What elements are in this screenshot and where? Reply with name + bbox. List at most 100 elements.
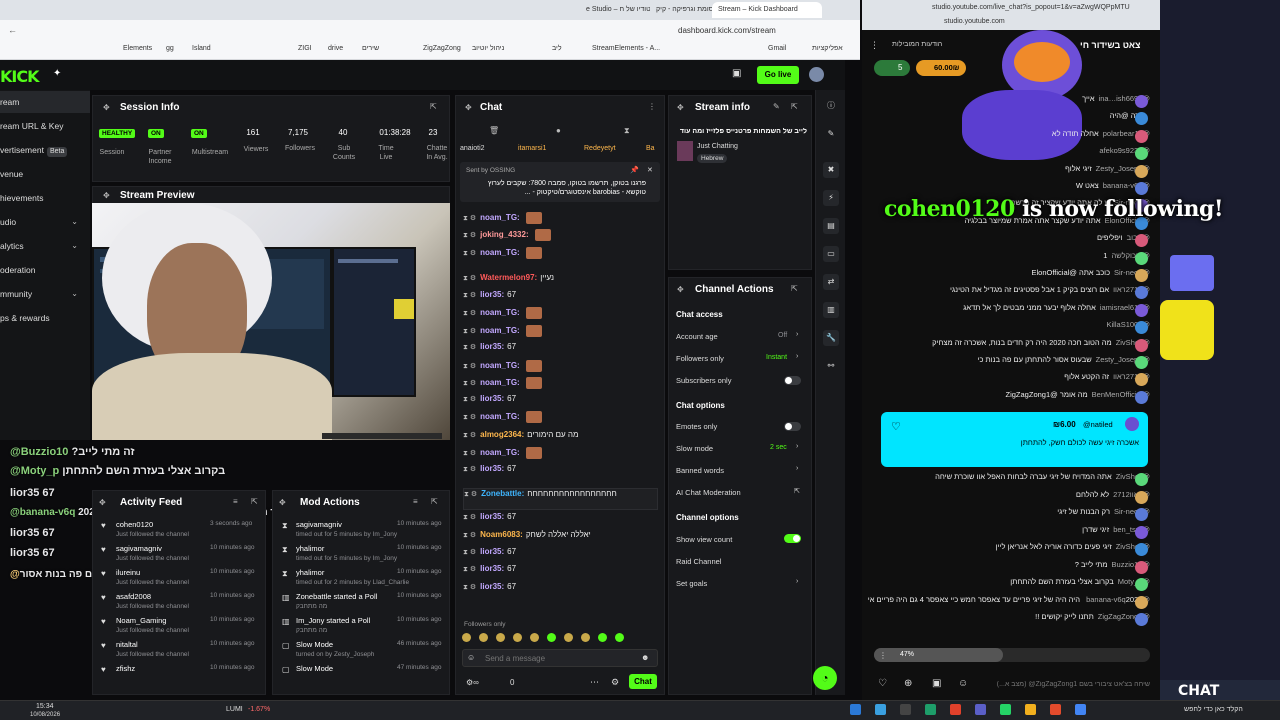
emote-icon[interactable] bbox=[547, 633, 556, 642]
address-bar[interactable]: ← dashboard.kick.com/stream bbox=[0, 20, 860, 42]
youtube-chat-message[interactable]: @Sir-neonרק הבנות של זיגי bbox=[868, 507, 1150, 522]
sticker-icon[interactable]: ▣ bbox=[932, 678, 941, 689]
youtube-chat-message[interactable]: @Zesty_Josephזיגי אלוף bbox=[868, 164, 1150, 179]
moderation-icons[interactable]: ⧗ ⚙ bbox=[463, 380, 476, 387]
emote-icon[interactable] bbox=[513, 633, 522, 642]
chat-username[interactable]: joking_4332: bbox=[480, 230, 528, 239]
emote-icon[interactable] bbox=[581, 633, 590, 642]
lightning-icon[interactable]: ⚡ bbox=[823, 190, 839, 206]
app-icon[interactable] bbox=[900, 704, 911, 715]
chat-username[interactable]: noam_TG: bbox=[480, 412, 520, 421]
sidebar-item-stream-url[interactable]: ream URL & Key bbox=[0, 115, 90, 137]
sidebar-item-studio[interactable]: udio ⌄ bbox=[0, 211, 90, 233]
chat-icon[interactable]: ● bbox=[556, 126, 561, 135]
moderation-icons[interactable]: ⧗ ⚙ bbox=[463, 232, 476, 239]
chat-username[interactable]: lior35: bbox=[480, 464, 504, 473]
chat-username[interactable]: Zonebattle: bbox=[481, 489, 524, 498]
moderation-icons[interactable]: ⧗ ⚙ bbox=[463, 250, 476, 257]
filter-icon[interactable]: ≡ bbox=[233, 497, 238, 506]
chat-message[interactable]: ⧗ ⚙ lior35: 67 bbox=[463, 394, 658, 408]
activity-user[interactable]: ilureinu bbox=[116, 568, 140, 577]
app-icon[interactable] bbox=[925, 704, 936, 715]
stream-preview-video[interactable] bbox=[92, 203, 450, 448]
set-goals-row[interactable]: Set goals bbox=[676, 579, 707, 588]
emote-picker-icon[interactable]: ☺ bbox=[467, 653, 475, 662]
chat-username[interactable]: noam_TG: bbox=[480, 213, 520, 222]
chat-message[interactable]: ⧗ ⚙ lior35: 67 bbox=[463, 564, 658, 578]
chat-message[interactable]: ⧗ ⚙ almog2364: מה עם הימורים bbox=[463, 430, 658, 444]
chat-options-icon[interactable]: ⋯ bbox=[590, 677, 599, 688]
chat-username[interactable]: lior35: bbox=[480, 564, 504, 573]
youtube-chat-message[interactable]: @KillaS1008 bbox=[868, 320, 1150, 335]
gear-icon[interactable]: ⚙ bbox=[611, 677, 619, 688]
timer-icon[interactable]: ⧗ bbox=[624, 126, 630, 136]
moderation-icons[interactable]: ⧗ ⚙ bbox=[463, 344, 476, 351]
chat-message[interactable]: ⧗ ⚙ Zonebattle: חחחחחחחחחחחחחחחחח bbox=[463, 488, 658, 510]
youtube-chat-message[interactable]: @ben_tsurזיגי שדרן bbox=[868, 525, 1150, 540]
bookmark[interactable]: StreamElements - A... bbox=[592, 45, 660, 52]
chat-username[interactable]: lior35: bbox=[480, 512, 504, 521]
account-age-row[interactable]: Account age bbox=[676, 332, 718, 341]
app-icon[interactable] bbox=[850, 704, 861, 715]
info-icon[interactable]: ⓘ bbox=[823, 98, 839, 114]
pinned-message[interactable]: Sent by OSSING 📌 ✕ פרגנו בטוקן, תרשמו בט… bbox=[460, 162, 660, 202]
chat-message[interactable]: ⧗ ⚙ noam_TG: bbox=[463, 411, 658, 425]
gifter-chip[interactable]: anaioti2 bbox=[460, 145, 485, 152]
move-icon[interactable]: ✥ bbox=[465, 103, 472, 112]
youtube-chat-message[interactable]: @ZigZagZong1תתנו לייק יקושים !! bbox=[868, 612, 1150, 627]
chat-message[interactable]: ⧗ ⚙ lior35: 67 bbox=[463, 512, 658, 526]
chat-username[interactable]: noam_TG: bbox=[480, 378, 520, 387]
sidebar-item-revenue[interactable]: venue bbox=[0, 163, 90, 185]
youtube-chat-message[interactable]: @polarbear1sאחלה תודה לא bbox=[868, 129, 1150, 144]
emote-icon[interactable] bbox=[598, 633, 607, 642]
chat-username[interactable]: noam_TG: bbox=[480, 326, 520, 335]
moderation-icons[interactable]: ⧗ ⚙ bbox=[463, 566, 476, 573]
moderation-icons[interactable]: ⧗ ⚙ bbox=[463, 532, 476, 539]
kick-logo[interactable]: KICK bbox=[0, 67, 39, 86]
bookmark[interactable]: שירים bbox=[362, 45, 379, 52]
move-icon[interactable]: ✥ bbox=[99, 498, 106, 507]
moderation-icons[interactable]: ⧗ ⚙ bbox=[463, 310, 476, 317]
moderation-icons[interactable]: ⧗ ⚙ bbox=[463, 514, 476, 521]
chat-message[interactable]: ⧗ ⚙ Watermelon97: נעיין bbox=[463, 273, 658, 287]
activity-user[interactable]: nitaltal bbox=[116, 640, 138, 649]
youtube-chat-message[interactable]: @סבובויפליפים bbox=[868, 233, 1150, 248]
popout-icon[interactable]: ⇱ bbox=[791, 284, 798, 293]
go-live-button[interactable]: Go live bbox=[757, 66, 799, 84]
share-icon[interactable]: ⚯ bbox=[823, 358, 839, 374]
emoji-icon[interactable]: ☺ bbox=[958, 678, 968, 689]
chat-message[interactable]: ⧗ ⚙ noam_TG: bbox=[463, 447, 658, 461]
more-icon[interactable]: ⋮ bbox=[648, 102, 656, 111]
chat-username[interactable]: almog2364: bbox=[480, 430, 524, 439]
youtube-chat-message[interactable]: @Buzzio10מתי לייב ? bbox=[868, 560, 1150, 575]
merge-icon[interactable]: ⇄ bbox=[823, 274, 839, 290]
emote-icon[interactable] bbox=[615, 633, 624, 642]
moderation-icons[interactable]: ⧗ ⚙ bbox=[463, 414, 476, 421]
youtube-chat-input[interactable] bbox=[972, 676, 1150, 692]
youtube-chat-message[interactable]: הירה @היה bbox=[868, 111, 1150, 126]
youtube-chat-message[interactable]: @ראוו2712לא להלחם bbox=[868, 490, 1150, 505]
youtube-chat-message[interactable]: @iamisrael619אחלה אלוף יבער ממני מבטים ל… bbox=[868, 303, 1150, 318]
youtube-chat-message[interactable]: @ZivSheliמה הטוב חכה 2020 היה רק חדים בנ… bbox=[868, 338, 1150, 353]
browser-tab[interactable]: פרסומת וגרפיקה - קיק bbox=[650, 2, 712, 18]
gifter-chip[interactable]: Ba bbox=[646, 145, 655, 152]
youtube-chat-message[interactable]: @איכוקלשה1 bbox=[868, 251, 1150, 266]
trash-icon[interactable]: 🗑 bbox=[489, 126, 499, 135]
chat-message[interactable]: ⧗ ⚙ lior35: 67 bbox=[463, 342, 658, 356]
activity-user[interactable]: Noam_Gaming bbox=[116, 616, 166, 625]
chat-message[interactable]: ⧗ ⚙ lior35: 67 bbox=[463, 290, 658, 304]
bookmark[interactable]: Elements bbox=[123, 45, 152, 52]
screen-icon[interactable]: ▣ bbox=[732, 68, 741, 79]
chat-username[interactable]: Watermelon97: bbox=[480, 273, 537, 282]
chat-username[interactable]: lior35: bbox=[480, 394, 504, 403]
bookmark[interactable]: Gmail bbox=[768, 45, 786, 52]
chat-username[interactable]: noam_TG: bbox=[480, 361, 520, 370]
save-icon[interactable]: ▥ bbox=[823, 302, 839, 318]
support-chat-button[interactable]: ◔ bbox=[813, 666, 837, 690]
activity-user[interactable]: sagivamagniv bbox=[116, 544, 162, 553]
chat-username[interactable]: lior35: bbox=[480, 342, 504, 351]
subscribers-only-toggle[interactable] bbox=[784, 376, 801, 385]
chat-message[interactable]: ⧗ ⚙ noam_TG: bbox=[463, 212, 658, 226]
followers-only-row[interactable]: Followers only bbox=[676, 354, 724, 363]
youtube-chat-message[interactable]: @ZivSheliאתה המדויח של זיגי עברה לבחות ה… bbox=[868, 472, 1150, 487]
